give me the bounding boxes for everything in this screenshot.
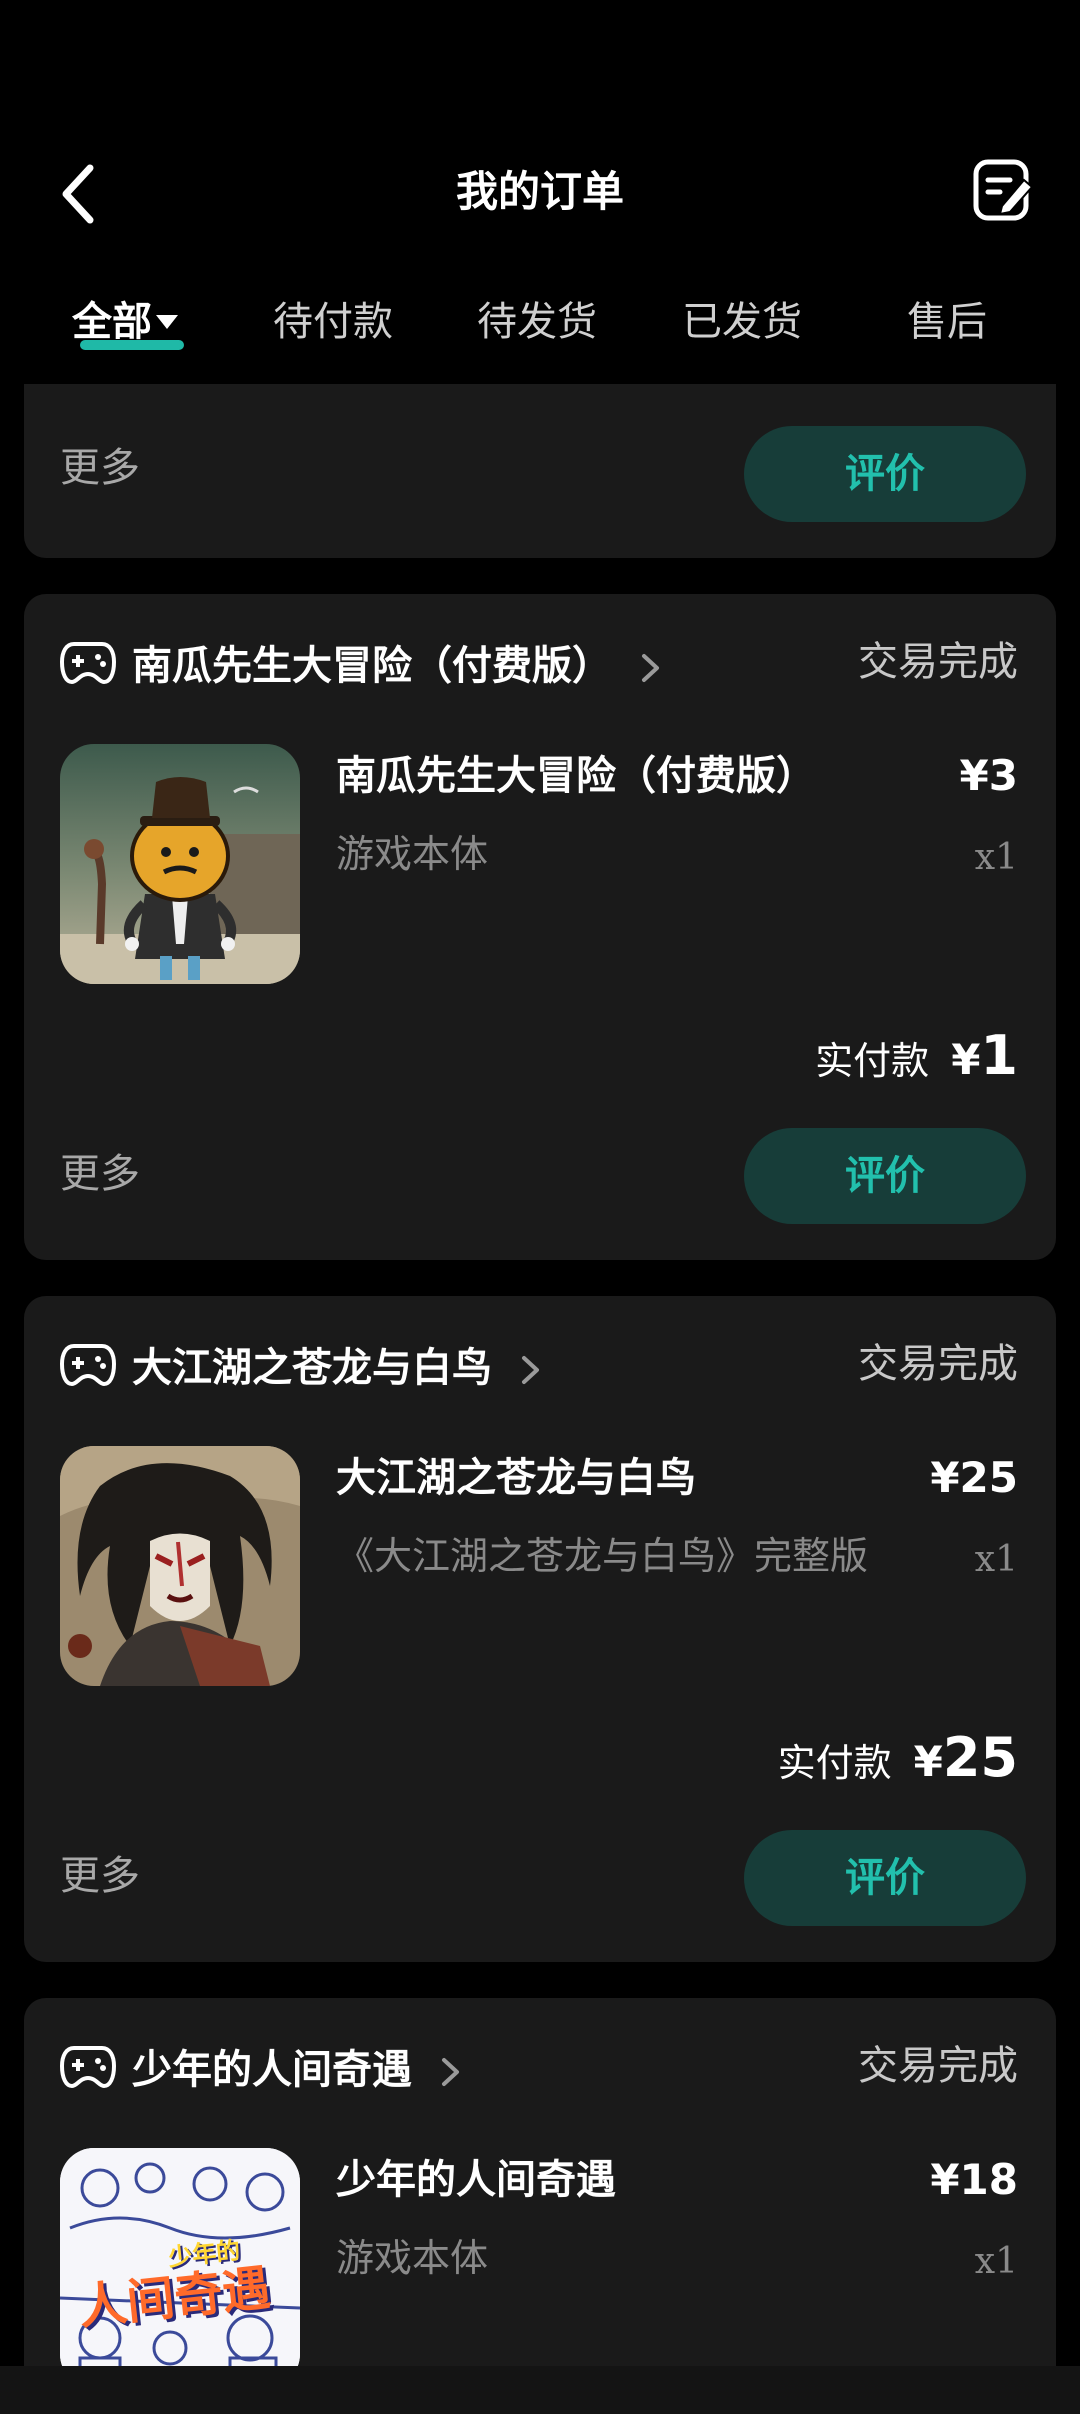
paid-amount-row: 实付款 ¥ 1 [815, 1024, 1018, 1096]
product-title[interactable]: 大江湖之苍龙与白鸟 [336, 1446, 696, 1510]
store-name: 大江湖之苍龙与白鸟 [132, 1345, 492, 1391]
product-sku: 游戏本体 [336, 2236, 489, 2280]
paid-currency: ¥ [913, 1737, 943, 1786]
more-link[interactable]: 更多 [60, 1142, 140, 1206]
gamepad-icon [60, 642, 116, 684]
store-link[interactable]: 少年的人间奇遇 [60, 2034, 464, 2098]
chevron-right-icon [442, 2058, 459, 2086]
paid-amount: 25 [942, 1726, 1018, 1789]
tab-pending-shipment[interactable]: 待发货 [477, 290, 597, 354]
caret-down-icon [156, 315, 178, 329]
paid-amount: 1 [980, 1024, 1018, 1087]
order-status: 交易完成 [858, 2043, 1018, 2089]
page-title: 我的订单 [455, 167, 624, 216]
product-thumbnail[interactable]: 少年的 人间奇遇 [60, 2148, 300, 2388]
app-header: 我的订单 全部 待付款 待发货 已发货 售后 [0, 0, 1080, 384]
tab-label: 全部 [72, 299, 152, 345]
product-price: ¥25 [930, 1453, 1018, 1502]
store-link[interactable]: 南瓜先生大冒险（付费版） [60, 630, 664, 694]
review-edit-icon[interactable] [972, 156, 1036, 224]
review-button[interactable]: 评价 [744, 1830, 1026, 1926]
tab-pending-payment[interactable]: 待付款 [273, 290, 393, 354]
order-card: 南瓜先生大冒险（付费版） 交易完成 南瓜先生大冒险（付费版） 游戏本体 ¥3 x… [24, 594, 1056, 1260]
product-price: ¥18 [930, 2155, 1018, 2204]
order-card: 少年的人间奇遇 交易完成 少年的 人间奇遇 少年的人间奇遇 游戏本体 ¥18 x… [24, 1998, 1056, 2414]
chevron-right-icon [642, 654, 659, 682]
gamepad-icon [60, 2046, 116, 2088]
product-title[interactable]: 少年的人间奇遇 [336, 2148, 616, 2212]
product-sku: 游戏本体 [336, 832, 489, 876]
active-tab-indicator [80, 340, 184, 350]
more-link[interactable]: 更多 [60, 436, 140, 500]
product-thumbnail[interactable] [60, 1446, 300, 1686]
store-name: 南瓜先生大冒险（付费版） [132, 643, 612, 689]
order-status: 交易完成 [858, 639, 1018, 685]
paid-label: 实付款 [777, 1741, 892, 1785]
order-card: 大江湖之苍龙与白鸟 交易完成 大江湖之苍龙与白鸟 《大江湖之苍龙与白鸟》完整版 … [24, 1296, 1056, 1962]
product-price: ¥3 [959, 751, 1018, 800]
store-name: 少年的人间奇遇 [132, 2047, 412, 2093]
product-title[interactable]: 南瓜先生大冒险（付费版） [336, 744, 816, 808]
review-button[interactable]: 评价 [744, 1128, 1026, 1224]
order-status: 交易完成 [858, 1341, 1018, 1387]
product-thumbnail[interactable] [60, 744, 300, 984]
bottom-fade [0, 2366, 1080, 2414]
tab-after-sales[interactable]: 售后 [907, 290, 987, 354]
product-quantity: x1 [974, 1539, 1018, 1580]
more-link[interactable]: 更多 [60, 1844, 140, 1908]
product-quantity: x1 [974, 2241, 1018, 2282]
tab-shipped[interactable]: 已发货 [682, 290, 802, 354]
product-sku: 《大江湖之苍龙与白鸟》完整版 [336, 1534, 869, 1578]
review-button[interactable]: 评价 [744, 426, 1026, 522]
paid-currency: ¥ [951, 1035, 981, 1084]
store-link[interactable]: 大江湖之苍龙与白鸟 [60, 1332, 544, 1396]
paid-label: 实付款 [815, 1039, 930, 1083]
gamepad-icon [60, 1344, 116, 1386]
chevron-right-icon [522, 1356, 539, 1384]
paid-amount-row: 实付款 ¥ 25 [778, 1726, 1018, 1798]
product-quantity: x1 [974, 837, 1018, 878]
